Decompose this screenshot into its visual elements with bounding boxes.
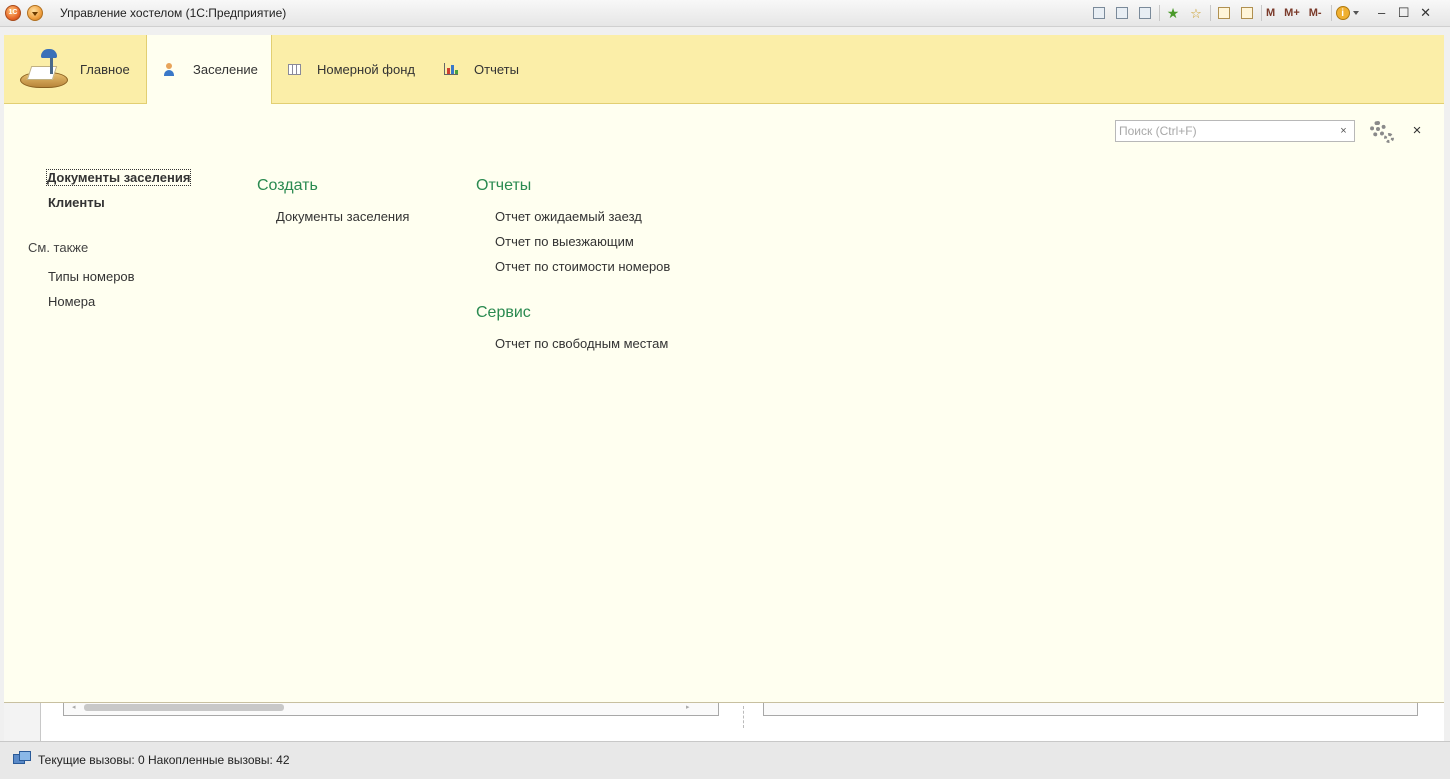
add-favorite-icon[interactable]: ★ — [1164, 4, 1182, 22]
background-detail-pane — [763, 703, 1418, 716]
nav-link-clients[interactable]: Клиенты — [48, 195, 105, 210]
section-tab-label: Главное — [80, 61, 130, 77]
save-icon[interactable] — [1090, 4, 1108, 22]
section-tab-reports[interactable]: Отчеты — [444, 35, 534, 103]
person-icon — [163, 62, 175, 77]
maximize-button[interactable]: ☐ — [1393, 4, 1415, 22]
section-tab-label: Отчеты — [474, 61, 519, 77]
toolbar-separator — [1261, 5, 1262, 21]
scroll-right-icon[interactable]: ▸ — [686, 703, 690, 711]
search-field[interactable] — [1115, 120, 1335, 142]
status-calls-text: Текущие вызовы: 0 Накопленные вызовы: 42 — [38, 753, 290, 767]
create-checkin-document-link[interactable]: Документы заселения — [276, 209, 409, 224]
sections-panel: Главное Заселение Номерной фонд Отчеты — [4, 35, 1444, 104]
server-calls-icon[interactable] — [13, 751, 31, 767]
horizontal-scrollbar[interactable] — [84, 704, 284, 711]
settings-gear-icon[interactable] — [1368, 119, 1396, 145]
report-free-places-link[interactable]: Отчет по свободным местам — [495, 336, 668, 351]
memory-minus-button[interactable]: M- — [1309, 7, 1322, 19]
splitter[interactable] — [743, 706, 744, 728]
create-group-title: Создать — [257, 177, 318, 194]
info-icon[interactable]: i — [1335, 6, 1350, 20]
report-departing-link[interactable]: Отчет по выезжающим — [495, 234, 634, 249]
nav-link-rooms[interactable]: Номера — [48, 294, 95, 309]
nav-link-checkin-documents[interactable]: Документы заселения — [45, 169, 192, 186]
report-room-cost-link[interactable]: Отчет по стоимости номеров — [495, 259, 670, 274]
status-bar: Текущие вызовы: 0 Накопленные вызовы: 42 — [0, 741, 1450, 779]
bar-chart-icon — [444, 63, 458, 75]
section-tab-checkin[interactable]: Заселение — [146, 35, 272, 104]
service-group-title: Сервис — [476, 304, 531, 321]
section-tab-label: Заселение — [193, 62, 258, 77]
report-expected-arrival-link[interactable]: Отчет ожидаемый заезд — [495, 209, 642, 224]
section-tab-main[interactable]: Главное — [18, 35, 158, 103]
app-logo-icon[interactable]: 1С — [5, 5, 21, 21]
info-dropdown-icon[interactable] — [1352, 11, 1359, 15]
print-icon[interactable] — [1113, 4, 1131, 22]
see-also-heading: См. также — [28, 240, 89, 255]
section-tab-label: Номерной фонд — [317, 61, 415, 77]
function-panel: × × Документы заселения Клиенты См. такж… — [4, 104, 1444, 703]
title-bar: 1С Управление хостелом (1С:Предприятие) … — [0, 0, 1450, 27]
title-toolbar: ★ ☆ M M+ M- i – ☐ ✕ — [1090, 4, 1437, 22]
section-tab-room-stock[interactable]: Номерной фонд — [288, 35, 428, 103]
desk-lamp-icon — [18, 44, 70, 94]
main-menu-button[interactable] — [27, 5, 43, 21]
search-input[interactable] — [1116, 121, 1332, 141]
panel-close-button[interactable]: × — [1410, 122, 1424, 140]
toolbar-separator — [1210, 5, 1211, 21]
minimize-button[interactable]: – — [1371, 4, 1393, 22]
toolbar-separator — [1330, 5, 1332, 21]
window-title: Управление хостелом (1С:Предприятие) — [60, 6, 287, 20]
background-window-sidebar — [4, 703, 41, 741]
scroll-left-icon[interactable]: ◂ — [72, 703, 76, 711]
print-preview-icon[interactable] — [1136, 4, 1154, 22]
calendar-icon[interactable] — [1238, 4, 1256, 22]
close-window-button[interactable]: ✕ — [1415, 4, 1437, 22]
memory-plus-button[interactable]: M+ — [1284, 7, 1300, 19]
memory-m-button[interactable]: M — [1266, 7, 1275, 19]
reports-group-title: Отчеты — [476, 177, 532, 194]
calculator-icon[interactable] — [1215, 4, 1233, 22]
toolbar-separator — [1159, 5, 1160, 21]
grid-table-icon — [288, 63, 301, 75]
search-clear-button[interactable]: × — [1333, 120, 1355, 142]
favorites-icon[interactable]: ☆ — [1187, 4, 1205, 22]
nav-link-room-types[interactable]: Типы номеров — [48, 269, 135, 284]
